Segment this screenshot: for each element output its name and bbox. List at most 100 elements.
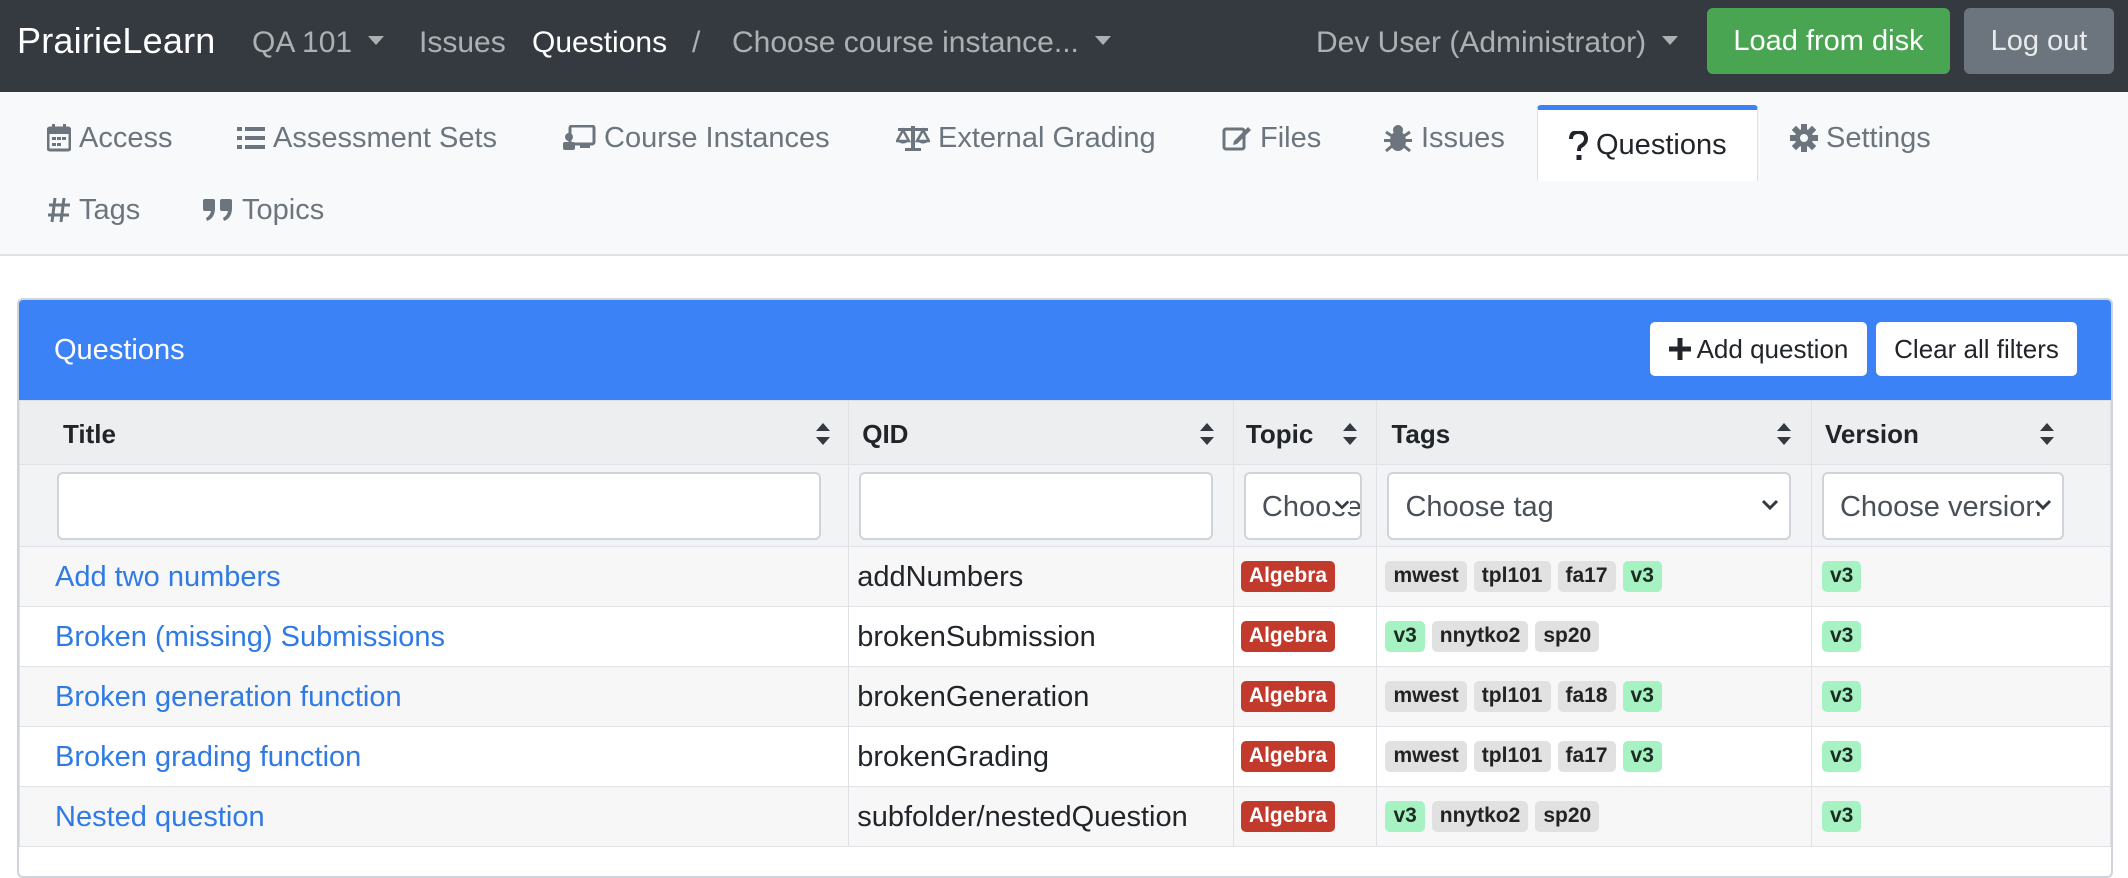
question-title-link[interactable]: Nested question bbox=[55, 801, 265, 834]
tags-wrap: mwest tpl101 fa18 v3 bbox=[1385, 679, 1668, 712]
select-value: Choose tag bbox=[1405, 491, 1554, 523]
nav-questions-link[interactable]: Questions bbox=[532, 26, 667, 60]
version-filter-select[interactable]: Choose version bbox=[1821, 472, 2064, 540]
qid-text: addNumbers bbox=[857, 561, 1024, 593]
version-badge: v3 bbox=[1821, 740, 1862, 772]
column-header-qid[interactable]: QID bbox=[848, 400, 1234, 465]
load-from-disk-button[interactable]: Load from disk bbox=[1707, 8, 1950, 74]
version-cell: v3 bbox=[1810, 546, 2111, 607]
topic-wrap: Algebra bbox=[1240, 799, 1342, 832]
version-badge: v3 bbox=[1821, 620, 1862, 652]
version-wrap: v3 bbox=[1821, 679, 1868, 712]
sort-icon[interactable] bbox=[2038, 421, 2056, 447]
balance-scale-icon bbox=[896, 126, 930, 151]
sort-icon[interactable] bbox=[1341, 421, 1359, 447]
hashtag-icon bbox=[48, 197, 70, 223]
qid-text: brokenGeneration bbox=[857, 681, 1090, 713]
tab-questions[interactable]: Questions bbox=[1537, 105, 1758, 181]
topic-badge: Algebra bbox=[1240, 800, 1336, 832]
title-cell: Broken (missing) Submissions bbox=[19, 606, 850, 667]
tab-assessment-sets[interactable]: Assessment Sets bbox=[237, 105, 497, 171]
qid-cell: brokenGrading bbox=[848, 726, 1234, 787]
tag-badge: nnytko2 bbox=[1431, 800, 1529, 832]
tab-settings[interactable]: Settings bbox=[1790, 105, 1931, 171]
caret-down-icon bbox=[1094, 35, 1111, 45]
topic-badge: Algebra bbox=[1240, 680, 1336, 712]
filter-cell-qid bbox=[848, 464, 1234, 547]
column-header-title[interactable]: Title bbox=[19, 400, 850, 465]
add-question-button[interactable]: Add question bbox=[1650, 322, 1867, 376]
brand-logo[interactable]: PrairieLearn bbox=[17, 20, 216, 62]
title-filter-input[interactable] bbox=[57, 472, 821, 540]
chevron-down-icon bbox=[2033, 498, 2052, 512]
calendar-icon bbox=[47, 124, 71, 152]
question-title-link[interactable]: Broken generation function bbox=[55, 681, 402, 714]
caret-down-icon bbox=[368, 35, 385, 45]
user-dropdown[interactable]: Dev User (Administrator) bbox=[1316, 26, 1679, 60]
topic-cell: Algebra bbox=[1232, 666, 1378, 727]
tab-issues[interactable]: Issues bbox=[1383, 105, 1505, 171]
logout-button[interactable]: Log out bbox=[1964, 8, 2114, 74]
topic-filter-select[interactable]: Choose topic bbox=[1243, 472, 1362, 540]
topic-badge: Algebra bbox=[1240, 560, 1336, 592]
sort-icon[interactable] bbox=[1198, 421, 1216, 447]
question-title-link[interactable]: Broken (missing) Submissions bbox=[55, 621, 445, 654]
tag-badge: fa17 bbox=[1557, 560, 1616, 592]
question-title-link[interactable]: Broken grading function bbox=[55, 741, 361, 774]
tag-filter-select[interactable]: Choose tag bbox=[1387, 472, 1792, 540]
caret-down-icon bbox=[1662, 35, 1679, 45]
column-header-tags[interactable]: Tags bbox=[1376, 400, 1812, 465]
tab-topics[interactable]: Topics bbox=[202, 177, 324, 243]
qid-text: brokenSubmission bbox=[857, 621, 1096, 653]
tab-course-instances[interactable]: Course Instances bbox=[562, 105, 830, 171]
question-title-link[interactable]: Add two numbers bbox=[55, 561, 281, 594]
sort-icon[interactable] bbox=[1775, 421, 1793, 447]
tags-wrap: mwest tpl101 fa17 v3 bbox=[1385, 559, 1668, 592]
tab-label: External Grading bbox=[938, 121, 1156, 154]
column-header-version[interactable]: Version bbox=[1810, 400, 2111, 465]
quote-icon bbox=[203, 199, 232, 221]
plus-icon bbox=[1668, 338, 1691, 360]
topic-cell: Algebra bbox=[1232, 726, 1378, 787]
table-row: Broken generation function brokenGenerati… bbox=[19, 666, 2111, 727]
topic-badge: Algebra bbox=[1240, 740, 1336, 772]
course-dropdown[interactable]: QA 101 bbox=[252, 26, 385, 60]
version-cell: v3 bbox=[1810, 666, 2111, 727]
tags-wrap: v3 nnytko2 sp20 bbox=[1385, 799, 1606, 832]
tab-external-grading[interactable]: External Grading bbox=[896, 105, 1156, 171]
course-instance-dropdown[interactable]: Choose course instance... bbox=[732, 26, 1111, 60]
tag-badge: mwest bbox=[1385, 560, 1467, 592]
course-instance-label: Choose course instance... bbox=[732, 26, 1079, 59]
tag-badge: fa18 bbox=[1557, 680, 1616, 712]
version-wrap: v3 bbox=[1821, 619, 1868, 652]
tags-cell: mwest tpl101 fa17 v3 bbox=[1376, 726, 1812, 787]
column-label: Tags bbox=[1391, 419, 1451, 449]
tab-access[interactable]: Access bbox=[47, 105, 172, 171]
nav-issues-link[interactable]: Issues bbox=[419, 26, 506, 60]
tab-label: Settings bbox=[1826, 121, 1931, 154]
card-title: Questions bbox=[54, 334, 185, 366]
table-row: Broken (missing) Submissions brokenSubmis… bbox=[19, 606, 2111, 667]
chevron-down-icon bbox=[1761, 498, 1780, 512]
column-label: Topic bbox=[1245, 419, 1314, 449]
title-cell: Broken generation function bbox=[19, 666, 850, 727]
tab-files[interactable]: Files bbox=[1222, 105, 1321, 171]
tag-badge: nnytko2 bbox=[1431, 620, 1529, 652]
column-header-topic[interactable]: Topic bbox=[1232, 400, 1378, 465]
nav-separator: / bbox=[692, 26, 701, 59]
tag-badge: sp20 bbox=[1535, 800, 1600, 832]
version-cell: v3 bbox=[1810, 606, 2111, 667]
topic-wrap: Algebra bbox=[1240, 739, 1342, 772]
qid-filter-input[interactable] bbox=[859, 472, 1214, 540]
clear-all-filters-button[interactable]: Clear all filters bbox=[1876, 322, 2077, 376]
topic-wrap: Algebra bbox=[1240, 559, 1342, 592]
tab-label: Topics bbox=[242, 193, 325, 226]
version-badge: v3 bbox=[1821, 680, 1862, 712]
qid-cell: subfolder/nestedQuestion bbox=[848, 786, 1234, 847]
tab-label: Tags bbox=[79, 193, 141, 226]
sort-icon[interactable] bbox=[814, 421, 832, 447]
qid-text: brokenGrading bbox=[857, 741, 1050, 773]
tab-tags[interactable]: Tags bbox=[47, 177, 140, 243]
questions-card: Questions Add question Clear all filters… bbox=[17, 298, 2113, 878]
user-label: Dev User (Administrator) bbox=[1316, 26, 1647, 59]
